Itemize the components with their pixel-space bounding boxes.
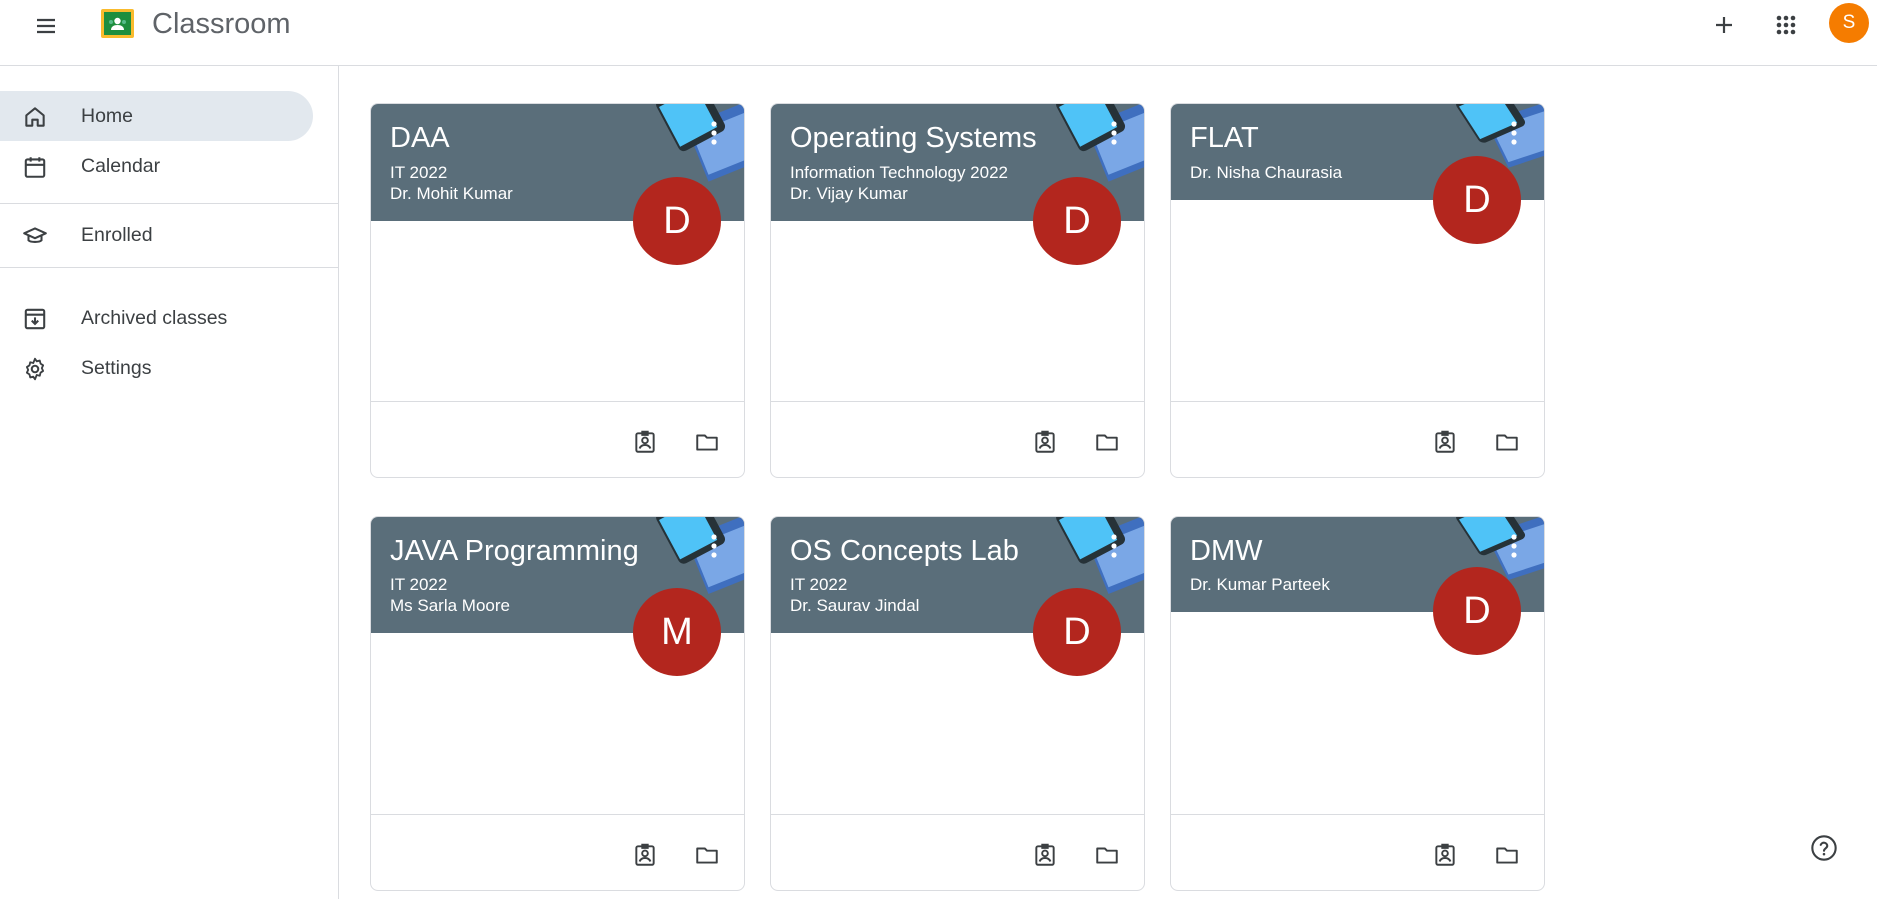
class-section: IT 2022 (390, 163, 448, 182)
class-card[interactable]: DMW Dr. Kumar Parteek D (1170, 516, 1545, 891)
google-apps-button[interactable] (1764, 3, 1808, 47)
more-options-icon[interactable] (706, 531, 722, 561)
account-avatar[interactable]: S (1829, 3, 1869, 43)
open-drive-folder-button[interactable] (1087, 422, 1127, 462)
class-card[interactable]: FLAT Dr. Nisha Chaurasia D (1170, 103, 1545, 478)
class-title[interactable]: DAA (390, 120, 450, 156)
assignment-ind-icon (635, 843, 655, 866)
open-your-work-button[interactable] (625, 835, 665, 875)
more-options-icon[interactable] (1506, 118, 1522, 148)
open-your-work-button[interactable] (625, 422, 665, 462)
sidebar-item-calendar[interactable]: Calendar (0, 141, 313, 191)
open-drive-folder-button[interactable] (1487, 422, 1527, 462)
top-app-bar: Classroom S (0, 0, 1877, 66)
open-drive-folder-button[interactable] (687, 422, 727, 462)
more-options-icon[interactable] (1106, 531, 1122, 561)
folder-icon (1096, 434, 1118, 451)
class-teacher: Ms Sarla Moore (390, 596, 510, 615)
classroom-logo[interactable] (101, 9, 134, 38)
card-divider (371, 814, 744, 815)
sidebar-divider (0, 203, 338, 204)
sidebar-item-label: Enrolled (81, 223, 153, 246)
sidebar-item-enrolled[interactable]: Enrolled (0, 210, 313, 260)
open-your-work-button[interactable] (1025, 835, 1065, 875)
assignment-ind-icon (1035, 843, 1055, 866)
hamburger-menu-icon (37, 18, 55, 34)
folder-icon (1096, 847, 1118, 864)
home-icon (25, 107, 45, 127)
folder-icon (696, 434, 718, 451)
class-teacher: Dr. Kumar Parteek (1190, 575, 1330, 594)
main-menu-button[interactable] (25, 5, 67, 47)
enrolled-icon (23, 227, 47, 243)
card-divider (371, 401, 744, 402)
sidebar-item-label: Calendar (81, 154, 161, 177)
class-avatar: D (1433, 567, 1521, 655)
class-card[interactable]: DAA IT 2022 Dr. Mohit Kumar D (370, 103, 745, 478)
assignment-ind-icon (1035, 430, 1055, 453)
class-title[interactable]: Operating Systems (790, 120, 1037, 156)
folder-icon (1496, 847, 1518, 864)
apps-grid-icon (1776, 15, 1796, 35)
card-divider (1171, 401, 1544, 402)
class-section: Information Technology 2022 (790, 163, 1009, 182)
class-title[interactable]: FLAT (1190, 120, 1259, 156)
more-options-icon[interactable] (1106, 118, 1122, 148)
class-teacher: Dr. Saurav Jindal (790, 596, 920, 615)
sidebar-item-label: Archived classes (81, 306, 228, 329)
open-your-work-button[interactable] (1425, 422, 1465, 462)
folder-icon (1496, 434, 1518, 451)
card-divider (1171, 814, 1544, 815)
sidebar-item-settings[interactable]: Settings (0, 343, 313, 393)
class-teacher: Dr. Mohit Kumar (390, 184, 513, 203)
class-card[interactable]: OS Concepts Lab IT 2022 Dr. Saurav Jinda… (770, 516, 1145, 891)
app-title[interactable]: Classroom (152, 4, 291, 44)
class-teacher: Dr. Vijay Kumar (790, 184, 908, 203)
class-teacher: Dr. Nisha Chaurasia (1190, 163, 1343, 182)
open-your-work-button[interactable] (1425, 835, 1465, 875)
class-avatar: M (633, 588, 721, 676)
create-join-class-button[interactable] (1702, 3, 1746, 47)
more-options-icon[interactable] (1506, 531, 1522, 561)
classroom-logo-icon (101, 9, 134, 38)
sidebar: Home Calendar Enrolled Archived classes … (0, 66, 339, 899)
class-title[interactable]: OS Concepts Lab (790, 533, 1019, 569)
class-avatar: D (1033, 588, 1121, 676)
help-button[interactable] (1806, 830, 1842, 866)
card-divider (771, 814, 1144, 815)
class-section: IT 2022 (390, 575, 448, 594)
calendar-icon (24, 157, 46, 178)
class-card[interactable]: JAVA Programming IT 2022 Ms Sarla Moore … (370, 516, 745, 891)
sidebar-item-home[interactable]: Home (0, 91, 313, 141)
archive-icon (24, 308, 46, 330)
class-title[interactable]: JAVA Programming (390, 533, 639, 569)
sidebar-item-label: Home (81, 104, 134, 127)
class-card[interactable]: Operating Systems Information Technology… (770, 103, 1145, 478)
open-your-work-button[interactable] (1025, 422, 1065, 462)
class-avatar: D (1433, 156, 1521, 244)
assignment-ind-icon (1435, 430, 1455, 453)
assignment-ind-icon (635, 430, 655, 453)
sidebar-item-archived-classes[interactable]: Archived classes (0, 293, 313, 343)
card-divider (771, 401, 1144, 402)
sidebar-item-label: Settings (81, 356, 152, 379)
open-drive-folder-button[interactable] (1487, 835, 1527, 875)
class-avatar: D (1033, 177, 1121, 265)
folder-icon (696, 847, 718, 864)
sidebar-divider (0, 267, 338, 268)
help-circle-icon (1811, 835, 1837, 861)
open-drive-folder-button[interactable] (687, 835, 727, 875)
plus-icon (1716, 17, 1732, 33)
more-options-icon[interactable] (706, 118, 722, 148)
class-avatar: D (633, 177, 721, 265)
class-section: IT 2022 (790, 575, 848, 594)
gear-icon (25, 357, 45, 381)
assignment-ind-icon (1435, 843, 1455, 866)
open-drive-folder-button[interactable] (1087, 835, 1127, 875)
class-title[interactable]: DMW (1190, 533, 1262, 569)
